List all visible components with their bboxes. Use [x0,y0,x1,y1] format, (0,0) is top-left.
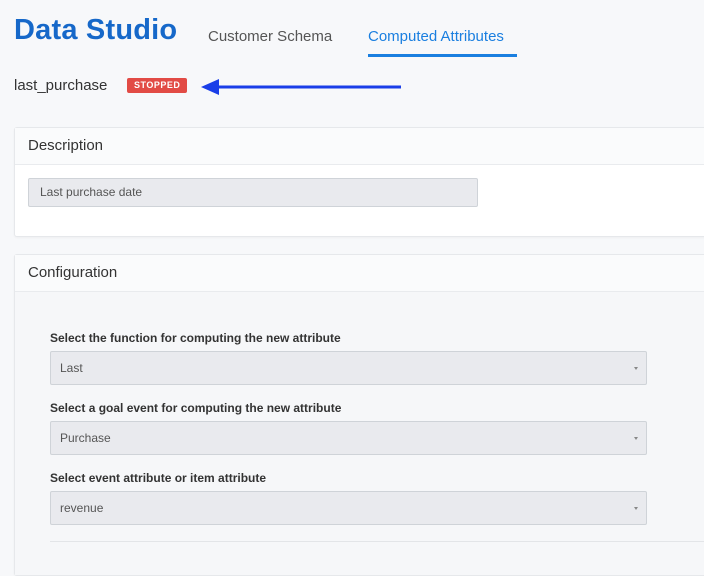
description-card-title: Description [15,128,704,165]
function-select-label: Select the function for computing the ne… [50,331,341,345]
app-header: Data Studio Customer Schema Computed Att… [14,0,704,64]
configuration-card-title: Configuration [15,255,704,292]
arrow-left-icon [201,79,401,95]
brand-title: Data Studio [14,14,178,46]
attribute-name: last_purchase [14,77,108,94]
event-attribute-select[interactable]: revenue [50,491,647,525]
configuration-body: Select the function for computing the ne… [15,292,704,575]
description-field[interactable]: Last purchase date [28,178,478,207]
caret-down-icon [634,367,638,370]
configuration-card: Configuration Select the function for co… [14,254,704,576]
goal-event-select-label: Select a goal event for computing the ne… [50,401,342,415]
section-divider [50,541,704,542]
function-select[interactable]: Last [50,351,647,385]
active-tab-indicator [368,54,517,57]
status-badge: STOPPED [127,78,188,93]
caret-down-icon [634,507,638,510]
description-card: Description Last purchase date [14,127,704,237]
goal-event-select-value: Purchase [60,431,111,445]
event-attribute-select-label: Select event attribute or item attribute [50,471,267,485]
tab-computed-attributes[interactable]: Computed Attributes [368,28,504,45]
event-attribute-select-value: revenue [60,501,104,515]
tab-customer-schema[interactable]: Customer Schema [208,28,332,45]
caret-down-icon [634,437,638,440]
function-select-value: Last [60,361,83,375]
goal-event-select[interactable]: Purchase [50,421,647,455]
